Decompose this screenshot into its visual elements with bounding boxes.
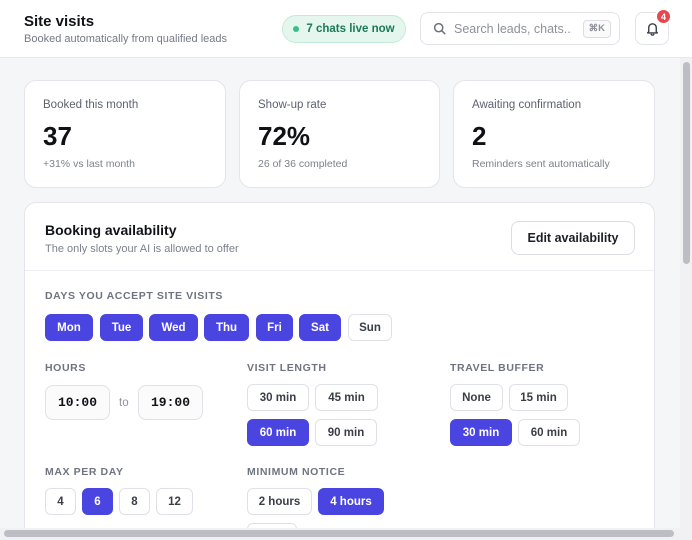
hours-start-field[interactable]: 10:00 [45, 385, 110, 420]
max-per-day-6[interactable]: 6 [82, 488, 113, 515]
days-section-label: Days you accept site visits [45, 290, 224, 302]
panel-divider [25, 270, 654, 271]
travel-buffer-section-label: Travel buffer [450, 362, 545, 374]
stat-label: Show-up rate [258, 99, 327, 111]
stat-value: 37 [43, 121, 72, 151]
stat-label: Awaiting confirmation [472, 99, 582, 111]
day-chip-sun[interactable]: Sun [348, 314, 392, 341]
panel-title: Booking availability [45, 222, 177, 238]
visit-length-30-min[interactable]: 30 min [247, 384, 309, 411]
travel-buffer-none[interactable]: None [450, 384, 503, 411]
stat-value: 72% [258, 121, 311, 151]
day-chip-wed[interactable]: Wed [149, 314, 198, 341]
notification-count-badge: 4 [655, 8, 672, 25]
stat-note: +31% vs last month [43, 158, 135, 170]
max-per-day-12[interactable]: 12 [156, 488, 193, 515]
vertical-scrollbar-thumb[interactable] [683, 62, 690, 264]
panel-subtitle: The only slots your AI is allowed to off… [45, 243, 239, 255]
minimum-notice-2-hours[interactable]: 2 hours [247, 488, 312, 515]
travel-buffer-15-min[interactable]: 15 min [509, 384, 568, 411]
bell-icon [646, 23, 658, 36]
search-box[interactable]: ⌘K [420, 12, 620, 45]
max-per-day-8[interactable]: 8 [119, 488, 150, 515]
stat-card-show-up-rate: Show-up rate 72% 26 of 36 completed [239, 80, 440, 188]
page-subtitle: Booked automatically from qualified lead… [24, 33, 228, 45]
day-chip-sat[interactable]: Sat [299, 314, 341, 341]
day-chip-fri[interactable]: Fri [256, 314, 293, 341]
max-per-day-section-label: Max per day [45, 466, 124, 478]
stat-label: Booked this month [43, 99, 139, 111]
visit-length-60-min[interactable]: 60 min [247, 419, 309, 446]
stat-value: 2 [472, 121, 487, 151]
max-per-day-4[interactable]: 4 [45, 488, 76, 515]
stat-note: Reminders sent automatically [472, 158, 610, 170]
horizontal-scrollbar-thumb[interactable] [4, 530, 674, 537]
hours-section-label: Hours [45, 362, 86, 374]
booking-availability-panel: Booking availability The only slots your… [24, 202, 655, 528]
search-input[interactable] [454, 21, 572, 36]
search-icon [433, 22, 446, 35]
visit-length-section-label: Visit length [247, 362, 327, 374]
hours-end-field[interactable]: 19:00 [138, 385, 203, 420]
live-chats-label: 7 chats live now [306, 23, 395, 35]
main-content: Booked this month 37 +31% vs last month … [0, 58, 680, 528]
stat-card-booked: Booked this month 37 +31% vs last month [24, 80, 226, 188]
page-title: Site visits [24, 13, 95, 30]
travel-buffer-30-min[interactable]: 30 min [450, 419, 512, 446]
minimum-notice-4-hours[interactable]: 4 hours [318, 488, 384, 515]
visit-length-45-min[interactable]: 45 min [315, 384, 378, 411]
stat-card-awaiting: Awaiting confirmation 2 Reminders sent a… [453, 80, 655, 188]
minimum-notice-section-label: Minimum notice [247, 466, 346, 478]
hours-to-label: to [119, 397, 129, 409]
travel-buffer-60-min[interactable]: 60 min [518, 419, 580, 446]
visit-length-90-min[interactable]: 90 min [315, 419, 377, 446]
edit-availability-button[interactable]: Edit availability [511, 221, 635, 255]
search-shortcut-hint: ⌘K [582, 19, 611, 38]
live-status-dot-icon [293, 26, 300, 32]
day-chip-thu[interactable]: Thu [204, 314, 249, 341]
live-chats-pill[interactable]: 7 chats live now [282, 15, 406, 43]
day-chip-tue[interactable]: Tue [100, 314, 143, 341]
page-header: Site visits Booked automatically from qu… [0, 0, 692, 58]
stat-note: 26 of 36 completed [258, 158, 348, 170]
day-chip-mon[interactable]: Mon [45, 314, 93, 341]
